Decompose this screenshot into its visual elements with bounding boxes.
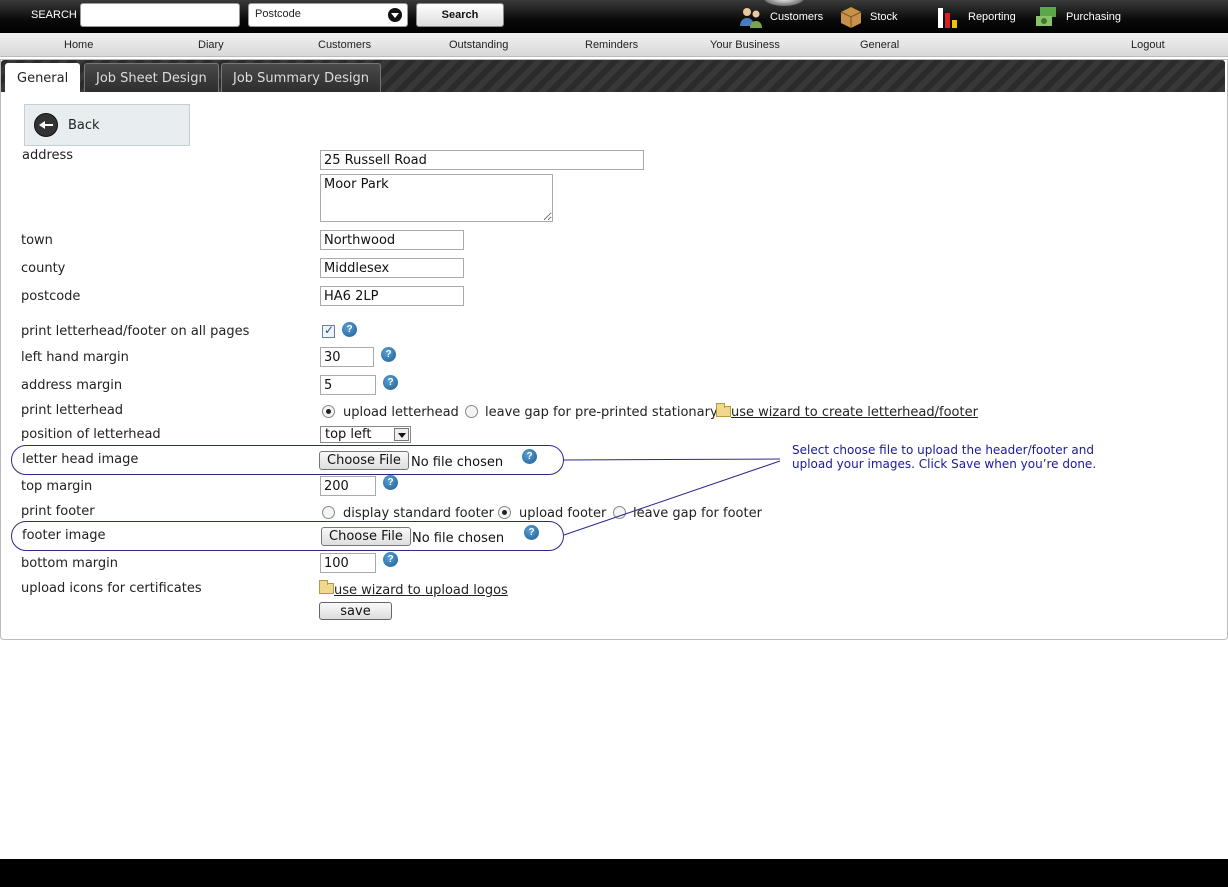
postcode-label: postcode <box>21 289 81 304</box>
footer-image-label: footer image <box>22 528 106 543</box>
county-input[interactable] <box>320 258 464 278</box>
position-letterhead-value: top left <box>325 427 372 442</box>
back-button-label: Back <box>68 117 100 133</box>
chevron-down-icon <box>388 8 402 22</box>
wizard-logos-link[interactable]: use wizard to upload logos <box>334 583 508 598</box>
leave-gap-footer-radio[interactable] <box>613 506 626 519</box>
town-input[interactable] <box>320 230 464 250</box>
tab-strip: General Job Sheet Design Job Summary Des… <box>1 60 1225 92</box>
box-icon <box>838 4 864 30</box>
tab-general[interactable]: General <box>5 63 81 92</box>
top-margin-label: top margin <box>21 479 93 494</box>
address-margin-input[interactable] <box>320 375 376 395</box>
nav-outstanding[interactable]: Outstanding <box>449 39 508 51</box>
search-type-select[interactable]: Postcode <box>248 3 408 27</box>
address-line2-input[interactable]: Moor Park <box>320 174 553 222</box>
search-type-value: Postcode <box>255 8 301 20</box>
top-bar: SEARCH Postcode Search Customers Stock R… <box>0 0 1228 33</box>
main-nav: Home Diary Customers Outstanding Reminde… <box>0 33 1228 57</box>
top-margin-input[interactable] <box>320 476 376 496</box>
back-arrow-icon <box>34 113 58 137</box>
leave-gap-stationary-text: leave gap for pre-printed stationary <box>485 405 718 420</box>
letterhead-image-label: letter head image <box>22 452 139 467</box>
help-icon[interactable]: ? <box>522 449 537 464</box>
position-letterhead-label: position of letterhead <box>21 427 161 442</box>
tab-job-summary-design[interactable]: Job Summary Design <box>221 63 382 92</box>
address-line1-input[interactable] <box>320 150 644 170</box>
nav-your-business[interactable]: Your Business <box>710 39 780 51</box>
purchasing-link[interactable]: Purchasing <box>1034 0 1121 33</box>
position-letterhead-select[interactable]: top left <box>320 426 411 443</box>
print-all-pages-label: print letterhead/footer on all pages <box>21 324 250 339</box>
leave-gap-footer-text: leave gap for footer <box>633 506 762 521</box>
nav-diary[interactable]: Diary <box>198 39 224 51</box>
letterhead-file-status: No file chosen <box>411 455 504 470</box>
help-icon[interactable]: ? <box>383 552 398 567</box>
help-icon[interactable]: ? <box>383 475 398 490</box>
footer-bar <box>0 859 1228 887</box>
help-icon[interactable]: ? <box>524 525 539 540</box>
tab-job-sheet-design[interactable]: Job Sheet Design <box>84 63 219 92</box>
purchasing-link-label: Purchasing <box>1066 10 1122 23</box>
print-footer-label: print footer <box>21 504 95 519</box>
bottom-margin-input[interactable] <box>320 553 376 573</box>
letterhead-choose-file-button[interactable]: Choose File <box>319 451 409 470</box>
wizard-letterhead-link[interactable]: use wizard to create letterhead/footer <box>731 405 978 420</box>
footer-choose-file-button[interactable]: Choose File <box>321 527 411 546</box>
upload-footer-text: upload footer <box>519 506 607 521</box>
nav-reminders[interactable]: Reminders <box>585 39 638 51</box>
help-icon[interactable]: ? <box>383 375 398 390</box>
town-label: town <box>21 233 53 248</box>
chevron-down-icon <box>394 428 409 441</box>
stock-link-label: Stock <box>870 10 898 23</box>
customers-link[interactable]: Customers <box>738 0 823 33</box>
bottom-margin-label: bottom margin <box>21 556 118 571</box>
stock-link[interactable]: Stock <box>838 0 898 33</box>
address-label: address <box>22 148 74 163</box>
reporting-link[interactable]: Reporting <box>936 0 1016 33</box>
folder-icon <box>716 403 731 417</box>
footer-file-status: No file chosen <box>412 531 505 546</box>
leave-gap-stationary-radio[interactable] <box>465 405 478 418</box>
search-label: SEARCH <box>31 9 77 21</box>
bar-chart-icon <box>936 4 962 30</box>
address-margin-label: address margin <box>21 378 123 393</box>
help-icon[interactable]: ? <box>381 347 396 362</box>
print-letterhead-label: print letterhead <box>21 403 124 418</box>
upload-letterhead-radio[interactable] <box>322 405 335 418</box>
left-margin-input[interactable] <box>320 347 374 367</box>
help-icon[interactable]: ? <box>342 322 357 337</box>
save-button[interactable]: save <box>319 602 392 620</box>
print-all-pages-checkbox[interactable] <box>322 323 335 338</box>
back-button[interactable]: Back <box>24 104 190 146</box>
search-button[interactable]: Search <box>416 3 504 27</box>
display-standard-footer-text: display standard footer <box>343 506 495 521</box>
customers-icon <box>738 4 764 30</box>
upload-icons-label: upload icons for certificates <box>21 581 202 596</box>
customers-link-label: Customers <box>770 10 824 23</box>
nav-general[interactable]: General <box>860 39 899 51</box>
county-label: county <box>21 261 66 276</box>
upload-letterhead-text: upload letterhead <box>343 405 459 420</box>
postcode-input[interactable] <box>320 286 464 306</box>
callout-text: Select choose file to upload the header/… <box>792 443 1097 471</box>
money-icon <box>1034 4 1060 30</box>
nav-customers[interactable]: Customers <box>318 39 371 51</box>
display-standard-footer-radio[interactable] <box>322 506 335 519</box>
reporting-link-label: Reporting <box>968 10 1016 23</box>
nav-home[interactable]: Home <box>64 39 93 51</box>
upload-footer-radio[interactable] <box>498 506 511 519</box>
folder-icon <box>319 580 334 594</box>
search-input[interactable] <box>80 3 240 27</box>
settings-panel <box>0 59 1228 640</box>
left-margin-label: left hand margin <box>21 350 129 365</box>
nav-logout[interactable]: Logout <box>1131 39 1165 51</box>
